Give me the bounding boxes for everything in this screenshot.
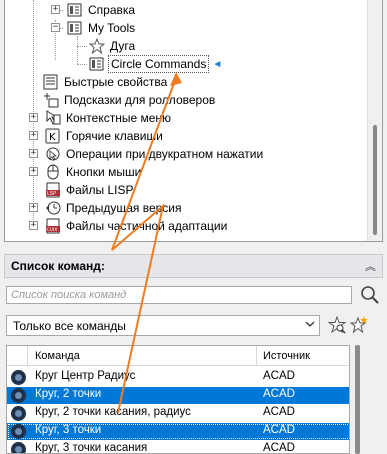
keyboard-shortcut-icon: K bbox=[45, 128, 61, 144]
command-source: ACAD bbox=[263, 370, 295, 382]
tree-item-mouse-buttons[interactable]: Кнопки мыши bbox=[45, 163, 143, 181]
tree-item-label: Файлы частичной адаптации bbox=[66, 219, 228, 233]
toolbar-icon bbox=[67, 20, 83, 36]
tree-scrollbar[interactable] bbox=[367, 0, 382, 241]
mouse-buttons-icon bbox=[45, 164, 61, 180]
command-name: Круг, 2 точки касания, радиус bbox=[35, 406, 191, 418]
tree-item-quick-properties[interactable]: Быстрые свойства bbox=[43, 73, 169, 91]
circle-command-icon bbox=[11, 406, 26, 421]
table-row[interactable]: Круг, 2 точки ACAD bbox=[7, 387, 349, 404]
command-table[interactable]: Команда Источник Круг Центр Радиус ACAD … bbox=[6, 345, 350, 454]
command-source: ACAD bbox=[263, 442, 295, 454]
tree-item-label: Горячие клавиши bbox=[66, 129, 163, 143]
legacy-icon bbox=[45, 200, 61, 216]
expand-toggle[interactable]: + bbox=[29, 131, 38, 140]
insertion-marker-icon: ◄ bbox=[212, 58, 223, 70]
command-name: Круг, 2 точки bbox=[35, 388, 102, 400]
tree-item-label: Circle Commands bbox=[108, 55, 210, 73]
tree-item-circle-commands[interactable]: Circle Commands ◄ bbox=[89, 55, 222, 73]
circle-command-icon bbox=[11, 442, 26, 453]
rollover-tooltip-icon bbox=[43, 92, 59, 108]
double-click-icon bbox=[45, 146, 61, 162]
tree-item-label: Файлы LISP bbox=[66, 183, 134, 197]
table-header: Команда Источник bbox=[7, 346, 349, 366]
column-header-source[interactable]: Источник bbox=[263, 350, 310, 362]
command-source: ACAD bbox=[263, 406, 295, 418]
customization-tree[interactable]: + Справка − My Tools Дуга Circle Command… bbox=[4, 0, 383, 242]
table-row[interactable]: Круг, 2 точки касания, радиус ACAD bbox=[7, 405, 349, 422]
tree-scrollbar-thumb[interactable] bbox=[373, 125, 377, 235]
tree-item-my-tools[interactable]: My Tools bbox=[67, 19, 137, 37]
tree-item-lisp-files[interactable]: LSP Файлы LISP bbox=[45, 181, 135, 199]
chevron-down-icon bbox=[305, 319, 315, 332]
command-name: Круг, 3 точки bbox=[35, 424, 102, 436]
lisp-file-icon: LSP bbox=[45, 182, 61, 198]
expand-toggle[interactable]: + bbox=[29, 203, 38, 212]
tree-item-partial-customization-files[interactable]: CUIX Файлы частичной адаптации bbox=[45, 217, 229, 235]
collapse-toggle[interactable]: − bbox=[51, 23, 60, 32]
command-search-input[interactable]: Список поиска команд bbox=[6, 286, 352, 304]
table-row[interactable]: Круг Центр Радиус ACAD bbox=[7, 369, 349, 386]
tree-item-double-click-actions[interactable]: Операции при двукратном нажатии bbox=[45, 145, 265, 163]
context-menu-icon bbox=[45, 110, 61, 126]
find-command-star-icon[interactable] bbox=[327, 315, 347, 334]
svg-text:CUIX: CUIX bbox=[47, 227, 58, 233]
tree-item-label: Кнопки мыши bbox=[66, 165, 142, 179]
command-list-title: Список команд: bbox=[11, 259, 105, 273]
tree-item-label: Подсказки для ролловеров bbox=[64, 93, 216, 107]
table-scrollbar[interactable] bbox=[351, 345, 365, 454]
toolbar-icon bbox=[89, 56, 105, 72]
tree-item-help[interactable]: Справка bbox=[67, 1, 137, 19]
cui-editor-panel: + Справка − My Tools Дуга Circle Command… bbox=[0, 0, 387, 454]
collapse-pane-icon[interactable]: ︽ bbox=[365, 258, 376, 274]
expand-toggle[interactable]: + bbox=[29, 149, 38, 158]
table-scrollbar-thumb[interactable] bbox=[355, 345, 360, 454]
tree-item-shortcut-keys[interactable]: K Горячие клавиши bbox=[45, 127, 165, 145]
search-icon[interactable] bbox=[360, 285, 380, 305]
help-menu-icon bbox=[67, 2, 83, 18]
command-list-header: Список команд: ︽ bbox=[4, 254, 383, 278]
circle-command-icon bbox=[11, 424, 26, 439]
tree-item-label: Быстрые свойства bbox=[64, 75, 168, 89]
table-row[interactable]: Круг, 3 точки ACAD bbox=[7, 423, 349, 440]
partial-cuix-icon: CUIX bbox=[45, 218, 61, 234]
expand-toggle[interactable]: + bbox=[29, 221, 38, 230]
command-name: Круг, 3 точки касания bbox=[35, 442, 148, 454]
table-row[interactable]: Круг, 3 точки касания ACAD bbox=[7, 441, 349, 454]
tree-item-label: Предыдущая версия bbox=[66, 201, 182, 215]
command-name: Круг Центр Радиус bbox=[35, 370, 136, 382]
tree-item-context-menus[interactable]: Контекстные меню bbox=[45, 109, 173, 127]
tree-item-arc[interactable]: Дуга bbox=[88, 37, 137, 55]
star-outline-icon bbox=[88, 37, 106, 55]
new-command-star-icon[interactable] bbox=[349, 316, 368, 334]
tree-item-label: My Tools bbox=[88, 21, 136, 35]
column-header-command[interactable]: Команда bbox=[35, 350, 80, 362]
expand-toggle[interactable]: + bbox=[29, 113, 38, 122]
command-source: ACAD bbox=[263, 424, 295, 436]
circle-command-icon bbox=[11, 370, 26, 385]
command-filter-select[interactable]: Только все команды bbox=[6, 315, 320, 336]
circle-command-icon bbox=[11, 388, 26, 403]
command-source: ACAD bbox=[263, 388, 295, 400]
quick-properties-icon bbox=[43, 74, 59, 90]
expand-toggle[interactable]: + bbox=[29, 167, 38, 176]
expand-toggle[interactable]: + bbox=[51, 5, 60, 14]
svg-text:LSP: LSP bbox=[47, 191, 56, 197]
tree-item-label: Контекстные меню bbox=[66, 111, 172, 125]
tree-item-label: Операции при двукратном нажатии bbox=[66, 147, 264, 161]
tree-item-legacy[interactable]: Предыдущая версия bbox=[45, 199, 184, 217]
command-filter-value: Только все команды bbox=[13, 318, 126, 333]
svg-text:K: K bbox=[49, 132, 56, 143]
tree-item-label: Дуга bbox=[110, 39, 136, 53]
tree-item-label: Справка bbox=[88, 3, 136, 17]
tree-item-rollover-tooltips[interactable]: Подсказки для ролловеров bbox=[43, 91, 217, 109]
